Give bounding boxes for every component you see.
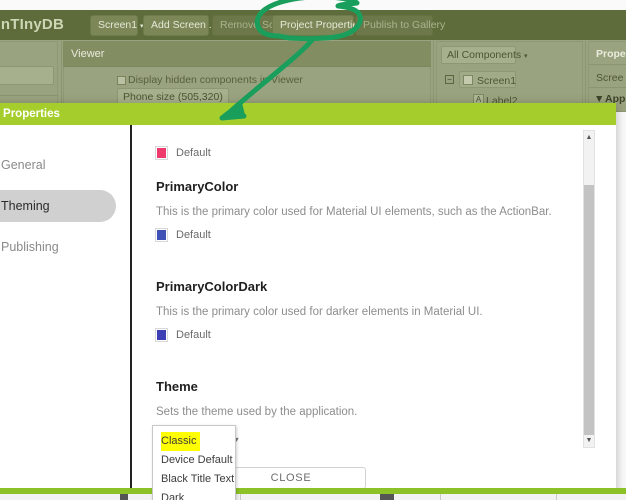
- palette-search-input[interactable]: [0, 66, 54, 85]
- scrollbar-thumb[interactable]: [584, 185, 594, 435]
- properties-panel-header: Prope: [596, 48, 626, 60]
- accent-color-value: Default: [176, 147, 211, 159]
- theme-option-black-title-text[interactable]: Black Title Text: [153, 470, 235, 489]
- property-title-primarycolor: PrimaryColor: [156, 179, 239, 194]
- theme-option-device-default[interactable]: Device Default: [153, 451, 235, 470]
- primarycolor-row[interactable]: Default: [155, 228, 576, 242]
- theme-option-device-default-label: Device Default: [161, 454, 233, 466]
- display-hidden-components-checkbox[interactable]: [117, 76, 126, 85]
- theme-option-classic-label: Classic: [161, 432, 201, 451]
- screen-selector-label: Screen1: [98, 19, 138, 31]
- primarycolordark-value: Default: [176, 329, 211, 341]
- theme-dropdown-menu[interactable]: Classic Device Default Black Title Text …: [152, 425, 236, 500]
- color-swatch-primarycolordark[interactable]: [155, 328, 168, 342]
- publish-to-gallery-button[interactable]: Publish to Gallery: [355, 15, 445, 36]
- sidebar-item-publishing[interactable]: Publishing: [0, 231, 116, 263]
- screen-selector-button[interactable]: Screen1 ▾: [90, 15, 144, 36]
- property-desc-primarycolor: This is the primary color used for Mater…: [156, 206, 552, 218]
- property-title-primarycolordark: PrimaryColorDark: [156, 279, 268, 294]
- publish-to-gallery-label: Publish to Gallery: [363, 19, 446, 31]
- taskbar-separator: [556, 494, 557, 500]
- primarycolordark-row[interactable]: Default: [155, 328, 576, 342]
- theme-option-dark-label: Dark: [161, 492, 185, 500]
- dialog-footer: CLOSE: [0, 467, 616, 489]
- bottom-green-bar: [0, 488, 626, 494]
- sidebar-item-general-label: General: [1, 158, 46, 172]
- tree-label-screen1: Screen1: [477, 75, 517, 87]
- dialog-title: oject Properties: [0, 103, 616, 125]
- scroll-down-icon[interactable]: ▼: [584, 435, 594, 446]
- bottom-chrome: [0, 494, 626, 500]
- color-swatch-primarycolor[interactable]: [155, 228, 168, 242]
- taskbar-separator: [440, 494, 441, 500]
- property-title-theme: Theme: [156, 379, 198, 394]
- sidebar-item-theming-label: Theming: [1, 199, 50, 213]
- project-properties-dialog: oject Properties General Theming Publish…: [0, 103, 616, 500]
- project-properties-button[interactable]: Project Properties: [272, 15, 363, 36]
- tree-expander-icon[interactable]: −: [445, 75, 454, 84]
- close-button[interactable]: CLOSE: [216, 467, 366, 489]
- add-screen-button[interactable]: Add Screen ...: [143, 15, 218, 36]
- property-desc-primarycolordark: This is the primary color used for darke…: [156, 306, 483, 318]
- properties-panel-subtitle: Scree: [596, 72, 624, 84]
- property-desc-theme: Sets the theme used by the application.: [156, 406, 358, 418]
- viewer-panel-header: Viewer: [63, 41, 431, 67]
- theme-option-dark[interactable]: Dark: [153, 489, 235, 500]
- sidebar-item-theming[interactable]: Theming: [0, 190, 116, 222]
- accent-color-row[interactable]: Default: [155, 146, 576, 160]
- taskbar-separator: [240, 494, 241, 500]
- app-title: sInTInyDB: [0, 16, 64, 33]
- theme-option-classic[interactable]: Classic: [153, 430, 235, 451]
- theme-option-black-title-text-label: Black Title Text: [161, 473, 235, 485]
- taskbar-item[interactable]: [380, 494, 394, 500]
- all-components-select[interactable]: All Components ▾: [441, 46, 528, 64]
- screen-icon: [463, 75, 473, 85]
- project-properties-label: Project Properties: [280, 19, 364, 31]
- dialog-sidebar: General Theming Publishing: [0, 125, 130, 500]
- dialog-body: General Theming Publishing Default Prima…: [0, 125, 616, 500]
- sidebar-item-general[interactable]: General: [0, 149, 116, 181]
- add-screen-label: Add Screen ...: [151, 19, 218, 31]
- phone-size-value: Phone size (505,320): [123, 91, 223, 103]
- chevron-down-icon: ▾: [524, 53, 528, 60]
- sidebar-item-publishing-label: Publishing: [1, 240, 59, 254]
- screenshot-root: sInTInyDB Screen1 ▾ Add Screen ... Remov…: [0, 0, 626, 500]
- primarycolor-value: Default: [176, 229, 211, 241]
- color-swatch-accent[interactable]: [155, 146, 168, 160]
- scroll-up-icon[interactable]: ▲: [584, 132, 594, 143]
- display-hidden-components-label: Display hidden components in Viewer: [128, 74, 303, 86]
- taskbar-item[interactable]: [120, 494, 128, 500]
- properties-scrollbar[interactable]: ▲ ▼: [583, 130, 595, 448]
- all-components-value: All Components: [447, 49, 522, 61]
